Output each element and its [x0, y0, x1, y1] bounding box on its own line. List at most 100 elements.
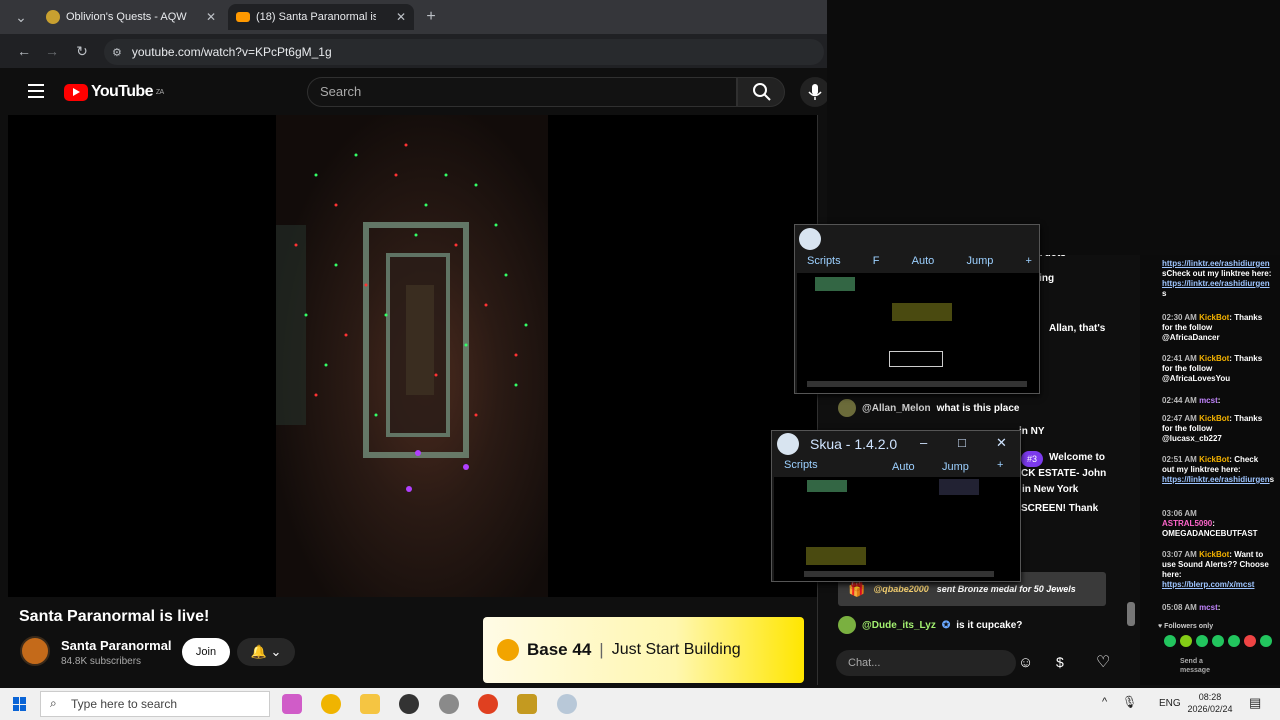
- search-button[interactable]: [737, 77, 785, 107]
- menu-jump[interactable]: Jump: [966, 255, 993, 267]
- video-player[interactable]: [8, 115, 817, 597]
- menu-f[interactable]: F: [873, 255, 880, 267]
- notification-icon[interactable]: ▤: [1249, 695, 1261, 711]
- menu-jump[interactable]: Jump: [942, 461, 969, 473]
- ad-tagline: Just Start Building: [611, 641, 741, 658]
- chat-message: @Dude_its_Lyz ✪ is it cupcake?: [838, 616, 1022, 634]
- url-bar[interactable]: ⚙ youtube.com/watch?v=KPcPt6gM_1g: [104, 39, 824, 65]
- super-chat-icon[interactable]: $: [1056, 654, 1064, 670]
- skua-game-view[interactable]: [774, 477, 1020, 581]
- kick-text: sCheck out my linktree here:: [1162, 269, 1272, 278]
- reload-icon[interactable]: ↻: [73, 42, 91, 60]
- kick-message: 03:06 AM ASTRAL5090: OMEGADANCEBUTFAST: [1162, 509, 1258, 538]
- voice-search-button[interactable]: [800, 77, 830, 107]
- logo-text: YouTube: [91, 83, 153, 100]
- skua-logo-icon: [799, 228, 821, 250]
- followers-only-label: ♥ Followers only: [1158, 623, 1214, 630]
- tab-search-chevron-icon[interactable]: ⌄: [12, 8, 30, 26]
- channel-name[interactable]: Santa Paranormal: [61, 638, 172, 653]
- new-tab-icon[interactable]: +: [422, 8, 440, 26]
- chat-avatar: [838, 616, 856, 634]
- chat-scrollbar[interactable]: [1127, 602, 1135, 626]
- chrome-icon[interactable]: [321, 694, 341, 714]
- channel-avatar[interactable]: [20, 636, 50, 666]
- hallway-laser-image: [276, 143, 528, 492]
- kick-message: 02:44 AM mcst:: [1162, 396, 1221, 405]
- search-input[interactable]: Search: [307, 77, 737, 107]
- kick-message: 03:07 AM KickBot: Want to use Sound Aler…: [1162, 550, 1269, 589]
- minimize-button[interactable]: –: [920, 435, 927, 450]
- emote-row[interactable]: [1164, 635, 1276, 649]
- obs-icon[interactable]: [399, 694, 419, 714]
- heart-icon[interactable]: ♡: [1096, 652, 1110, 672]
- menu-auto[interactable]: Auto: [912, 255, 935, 267]
- chat-username: @Dude_its_Lyz: [862, 619, 936, 631]
- kick-top-lines: https://linktr.ee/rashidiurgen sCheck ou…: [1162, 259, 1272, 299]
- microphone-icon[interactable]: 🎙: [1122, 695, 1137, 709]
- chat-fragment: CK ESTATE- John: [1021, 468, 1107, 479]
- close-button[interactable]: ✕: [996, 435, 1007, 451]
- chat-input[interactable]: Chat...: [836, 650, 1016, 676]
- kick-send-input[interactable]: Send a message: [1180, 657, 1228, 675]
- emoji-icon[interactable]: ☺: [1018, 654, 1033, 671]
- tray-chevron-icon[interactable]: ^: [1102, 696, 1107, 708]
- aqw-icon[interactable]: [517, 694, 537, 714]
- skua-window-small[interactable]: Scripts F Auto Jump +: [794, 224, 1040, 394]
- clock[interactable]: 08:28 2026/02/24: [1184, 691, 1236, 715]
- menu-icon[interactable]: [28, 84, 44, 98]
- app-icon[interactable]: [439, 694, 459, 714]
- menu-scripts[interactable]: Scripts: [784, 459, 818, 471]
- kick-link[interactable]: https://linktr.ee/rashidiurgen: [1162, 279, 1272, 289]
- clock-date: 2026/02/24: [1187, 704, 1233, 714]
- youtube-logo[interactable]: YouTube ZA: [64, 83, 164, 101]
- youtube-header: YouTube ZA Search: [6, 70, 830, 114]
- windows-start-icon[interactable]: [13, 697, 27, 711]
- kick-link[interactable]: https://linktr.ee/rashidiurgen: [1162, 259, 1272, 269]
- chat-message: @Allan_Melon what is this place: [838, 399, 1019, 417]
- forward-icon[interactable]: →: [43, 42, 61, 60]
- tab-youtube[interactable]: (18) Santa Paranormal is live ✕: [228, 4, 414, 30]
- kick-chat-panel: https://linktr.ee/rashidiurgen sCheck ou…: [1140, 255, 1280, 685]
- chat-avatar: [838, 399, 856, 417]
- skua-icon[interactable]: [557, 694, 577, 714]
- gift-icon: 🎁: [848, 580, 866, 597]
- notification-bell-button[interactable]: 🔔 ⌄: [237, 638, 295, 666]
- kick-message: 05:08 AM mcst:: [1162, 603, 1221, 612]
- menu-add[interactable]: +: [1026, 255, 1032, 267]
- chat-fragment: Allan, that's: [1049, 323, 1106, 334]
- chat-text: what is this place: [936, 402, 1020, 414]
- tab-title: (18) Santa Paranormal is live: [256, 11, 376, 23]
- skua-game-view[interactable]: [797, 273, 1039, 393]
- taskbar-search-input[interactable]: Type here to search: [40, 691, 270, 717]
- join-button[interactable]: Join: [182, 638, 230, 666]
- ad-banner[interactable]: Base 44 | Just Start Building: [483, 617, 804, 683]
- file-explorer-icon[interactable]: [360, 694, 380, 714]
- youtube-favicon-icon: [236, 12, 250, 22]
- back-icon[interactable]: ←: [15, 42, 33, 60]
- menu-scripts[interactable]: Scripts: [807, 255, 841, 267]
- skua-logo-icon: [777, 433, 799, 455]
- kick-text: s: [1162, 289, 1167, 298]
- ad-brand: Base 44: [527, 640, 592, 659]
- browser-tab-strip: ⌄ Oblivion's Quests - AQW ✕ (18) Santa P…: [0, 0, 827, 34]
- chrome-profile-icon[interactable]: [478, 694, 498, 714]
- windows-taskbar: Type here to search ⌕ ^ 🎙 ENG 08:28 2026…: [0, 688, 1280, 720]
- menu-auto[interactable]: Auto: [892, 461, 915, 473]
- site-info-icon[interactable]: ⚙: [112, 46, 122, 59]
- skua-window-main[interactable]: Skua - 1.4.2.0 – □ ✕ Scripts Auto Jump +: [771, 430, 1021, 582]
- ad-divider: |: [599, 640, 604, 659]
- url-text: youtube.com/watch?v=KPcPt6gM_1g: [131, 45, 332, 59]
- close-tab-icon[interactable]: ✕: [396, 10, 406, 24]
- menu-add[interactable]: +: [997, 459, 1003, 471]
- chevron-down-icon: ⌄: [270, 644, 282, 659]
- language-indicator[interactable]: ENG: [1159, 698, 1181, 709]
- kick-message: 02:30 AM KickBot: Thanks for the follow …: [1162, 313, 1263, 342]
- gift-username: @qbabe2000: [873, 584, 929, 594]
- verified-icon: ✪: [941, 619, 951, 631]
- copilot-icon[interactable]: [282, 694, 302, 714]
- skua-title: Skua - 1.4.2.0: [810, 436, 898, 452]
- maximize-button[interactable]: □: [958, 435, 966, 450]
- close-tab-icon[interactable]: ✕: [206, 10, 216, 24]
- tab-aqw[interactable]: Oblivion's Quests - AQW ✕: [38, 4, 224, 30]
- subscriber-count: 84.8K subscribers: [61, 656, 142, 667]
